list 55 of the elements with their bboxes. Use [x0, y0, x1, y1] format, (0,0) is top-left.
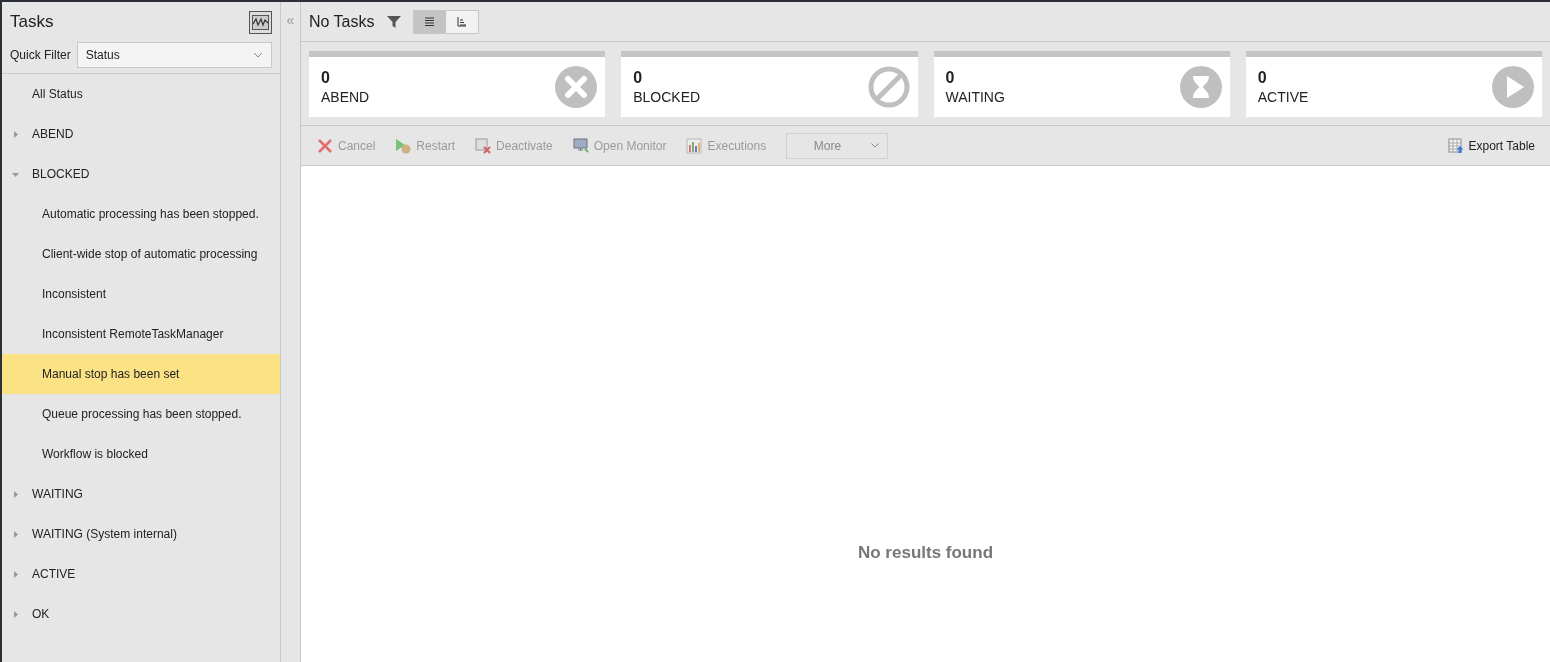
tree-item[interactable]: Inconsistent [2, 274, 280, 314]
tree-item[interactable]: OK [2, 594, 280, 634]
tree-item[interactable]: Inconsistent RemoteTaskManager [2, 314, 280, 354]
tree-item[interactable]: BLOCKED [2, 154, 280, 194]
tree-item[interactable]: WAITING [2, 474, 280, 514]
list-icon [424, 16, 435, 27]
tree-item[interactable]: All Status [2, 74, 280, 114]
tree-icon [456, 16, 467, 27]
list-view-button[interactable] [413, 10, 446, 33]
bar-chart-icon [686, 137, 703, 154]
export-table-button[interactable]: Export Table [1447, 136, 1535, 155]
tree-item[interactable]: ABEND [2, 114, 280, 154]
empty-message: No results found [857, 542, 994, 564]
tile-label: WAITING [945, 88, 1005, 106]
quick-filter-dropdown[interactable]: Status [76, 42, 272, 68]
quick-filter-label: Quick Filter [10, 47, 71, 64]
caret-icon [871, 143, 880, 148]
chevron-down-icon [253, 52, 263, 58]
expanded-caret-icon[interactable] [12, 170, 19, 178]
tile-label: BLOCKED [633, 88, 701, 106]
spreadsheet-export-icon [1447, 137, 1464, 154]
play-icon [1492, 66, 1534, 108]
status-tile[interactable]: 0 ABEND [309, 51, 606, 117]
tile-count: 0 [945, 68, 956, 88]
tile-count: 0 [633, 68, 644, 88]
collapsed-caret-icon[interactable] [12, 530, 19, 538]
page-title: No Tasks [309, 11, 375, 32]
tree-item[interactable]: Queue processing has been stopped. [2, 394, 280, 434]
tree-item[interactable]: Client-wide stop of automatic processing [2, 234, 280, 274]
blocked-icon [867, 66, 910, 108]
collapsed-caret-icon[interactable] [12, 130, 19, 138]
play-badge-icon [395, 137, 412, 154]
tile-count: 0 [321, 68, 331, 88]
cross-icon [317, 137, 333, 154]
tree-item[interactable]: Workflow is blocked [2, 434, 280, 474]
status-tile[interactable]: 0 BLOCKED [621, 51, 918, 117]
sidebar-title: Tasks [10, 11, 54, 34]
tree-item[interactable]: ACTIVE [2, 554, 280, 594]
status-tile[interactable]: 0 WAITING [933, 51, 1230, 117]
chart-icon[interactable] [249, 10, 272, 34]
tree-item[interactable]: Automatic processing has been stopped. [2, 194, 280, 234]
tree-item[interactable]: WAITING (System internal) [2, 514, 280, 554]
tile-label: ABEND [321, 88, 370, 106]
tile-label: ACTIVE [1257, 88, 1309, 106]
x-circle-icon [555, 66, 598, 108]
collapsed-caret-icon[interactable] [12, 490, 19, 498]
tile-count: 0 [1257, 68, 1268, 88]
monitor-icon [572, 137, 589, 154]
filter-icon[interactable] [386, 14, 401, 29]
collapsed-caret-icon[interactable] [12, 570, 19, 578]
collapsed-caret-icon[interactable] [12, 610, 19, 618]
hourglass-icon [1179, 66, 1222, 108]
tree-item[interactable]: Manual stop has been set [2, 354, 280, 394]
window-cross-icon [475, 137, 492, 154]
status-tile[interactable]: 0 ACTIVE [1245, 51, 1542, 117]
